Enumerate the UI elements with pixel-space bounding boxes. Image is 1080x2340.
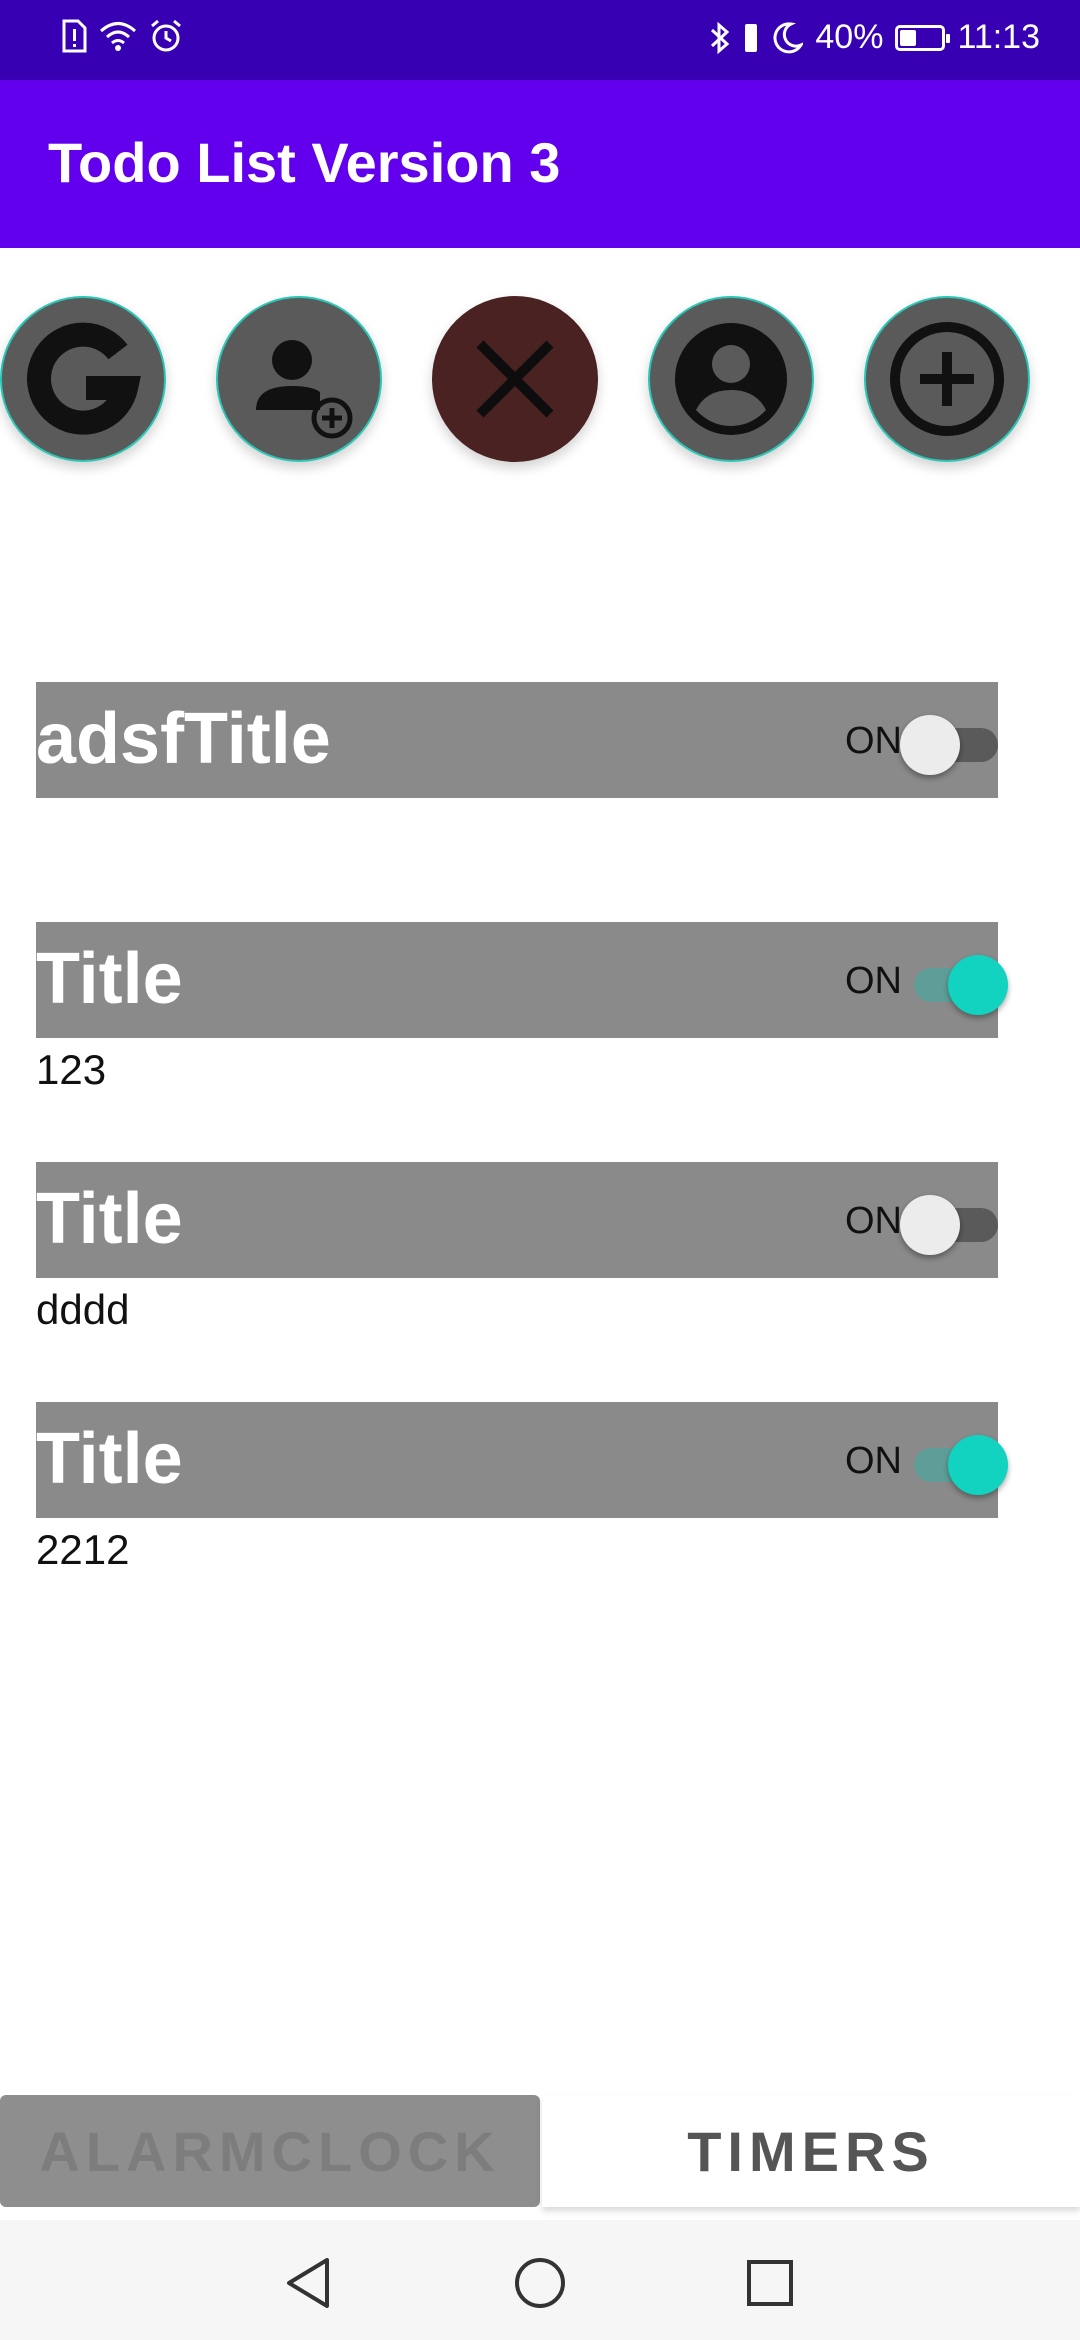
todo-toggle-switch[interactable] [908,1430,1008,1495]
todo-card[interactable]: Title ON [36,1162,998,1278]
todo-subtitle: dddd [36,1286,130,1333]
todo-toggle-switch[interactable] [900,710,1008,775]
system-nav-bar [0,2220,1080,2340]
account-icon [675,323,787,435]
tab-alarmclock[interactable]: ALARMCLOCK [0,2095,540,2207]
account-button[interactable] [648,296,814,462]
add-user-button[interactable] [216,296,382,462]
todo-title: Title [36,939,183,1019]
todo-title: adsfTitle [36,699,331,779]
switch-thumb [948,1435,1008,1495]
wifi-icon [100,22,136,51]
app-bar: Todo List Version 3 [0,80,1080,248]
todo-card[interactable]: Title ON [36,1402,1008,1518]
add-user-icon [256,340,353,439]
app-title: Todo List Version 3 [48,131,561,194]
bottom-tab-bar: ALARMCLOCK TIMERS [0,2095,1080,2207]
switch-thumb [900,715,960,775]
status-right-icons: 40% 11:13 [709,18,1040,57]
vibrate-icon [745,23,758,52]
add-todo-button[interactable] [864,296,1030,462]
battery-level-fill [900,29,917,46]
battery-icon [895,24,951,51]
google-icon [27,322,141,435]
status-bar: 40% 11:13 [0,0,1080,80]
recents-icon[interactable] [735,2248,805,2318]
switch-label: ON [845,1200,902,1242]
todo-card[interactable]: adsfTitle ON [36,682,998,798]
switch-thumb [948,955,1008,1015]
alarm-icon [151,19,181,52]
todo-toggle-switch[interactable] [908,950,1008,1015]
home-icon[interactable] [505,2248,575,2318]
todo-title: Title [36,1179,183,1259]
bluetooth-icon [711,21,730,54]
todo-toggle-switch[interactable] [900,1190,1008,1255]
switch-thumb [900,1195,960,1255]
todo-card[interactable]: Title ON [36,922,1008,1038]
clock-time: 11:13 [957,18,1040,56]
todo-title: Title [36,1419,183,1499]
back-icon[interactable] [275,2248,345,2318]
moon-icon [773,21,804,53]
switch-label: ON [845,720,902,762]
add-circle-icon [890,322,1004,436]
action-button-row [0,296,1080,466]
close-icon [476,340,554,418]
status-left-icons [58,18,184,54]
close-button[interactable] [432,296,598,462]
google-sign-in-button[interactable] [0,296,166,462]
switch-label: ON [845,960,902,1002]
todo-subtitle: 2212 [36,1526,130,1573]
battery-percent: 40% [815,18,884,56]
tab-timers[interactable]: TIMERS [542,2095,1080,2207]
sim-alert-icon [62,19,87,53]
todo-subtitle: 123 [36,1046,107,1093]
switch-label: ON [845,1440,902,1482]
